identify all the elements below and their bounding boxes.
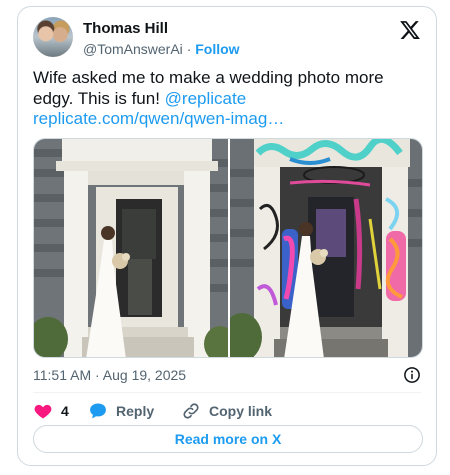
follow-button[interactable]: Follow <box>195 41 239 57</box>
url-link[interactable]: replicate.com/qwen/qwen-imag… <box>33 109 284 128</box>
separator: · <box>186 41 192 57</box>
info-icon[interactable] <box>403 366 421 384</box>
copy-link-label: Copy link <box>209 403 273 419</box>
tweet-media[interactable] <box>33 138 423 358</box>
action-bar: 4 Reply Copy link <box>33 399 423 423</box>
author-handle-row: @TomAnswerAi · Follow <box>83 40 240 58</box>
reply-button[interactable]: Reply <box>88 399 154 423</box>
avatar[interactable] <box>33 17 73 57</box>
mention-link[interactable]: @replicate <box>165 89 247 108</box>
tweet-timestamp[interactable]: 11:51 AM · Aug 19, 2025 <box>33 367 186 383</box>
original-wedding-photo[interactable] <box>34 139 228 357</box>
x-logo-icon[interactable] <box>399 19 421 41</box>
like-button[interactable]: 4 <box>33 399 69 423</box>
tweet-header: Thomas Hill @TomAnswerAi · Follow <box>33 17 421 61</box>
reply-bubble-icon <box>90 403 106 419</box>
author-handle[interactable]: @TomAnswerAi <box>83 41 183 57</box>
heart-icon <box>34 404 52 419</box>
tweet-text: Wife asked me to make a wedding photo mo… <box>33 68 423 130</box>
tweet-card: Thomas Hill @TomAnswerAi · Follow Wife a… <box>17 6 437 466</box>
reply-label: Reply <box>116 403 155 419</box>
link-icon <box>183 403 199 419</box>
graffiti-edited-wedding-photo[interactable] <box>230 139 422 357</box>
copy-link-button[interactable]: Copy link <box>181 399 272 423</box>
read-more-button[interactable]: Read more on X <box>33 425 423 453</box>
divider <box>33 392 421 393</box>
like-count: 4 <box>61 403 69 419</box>
author-name[interactable]: Thomas Hill <box>83 20 168 38</box>
